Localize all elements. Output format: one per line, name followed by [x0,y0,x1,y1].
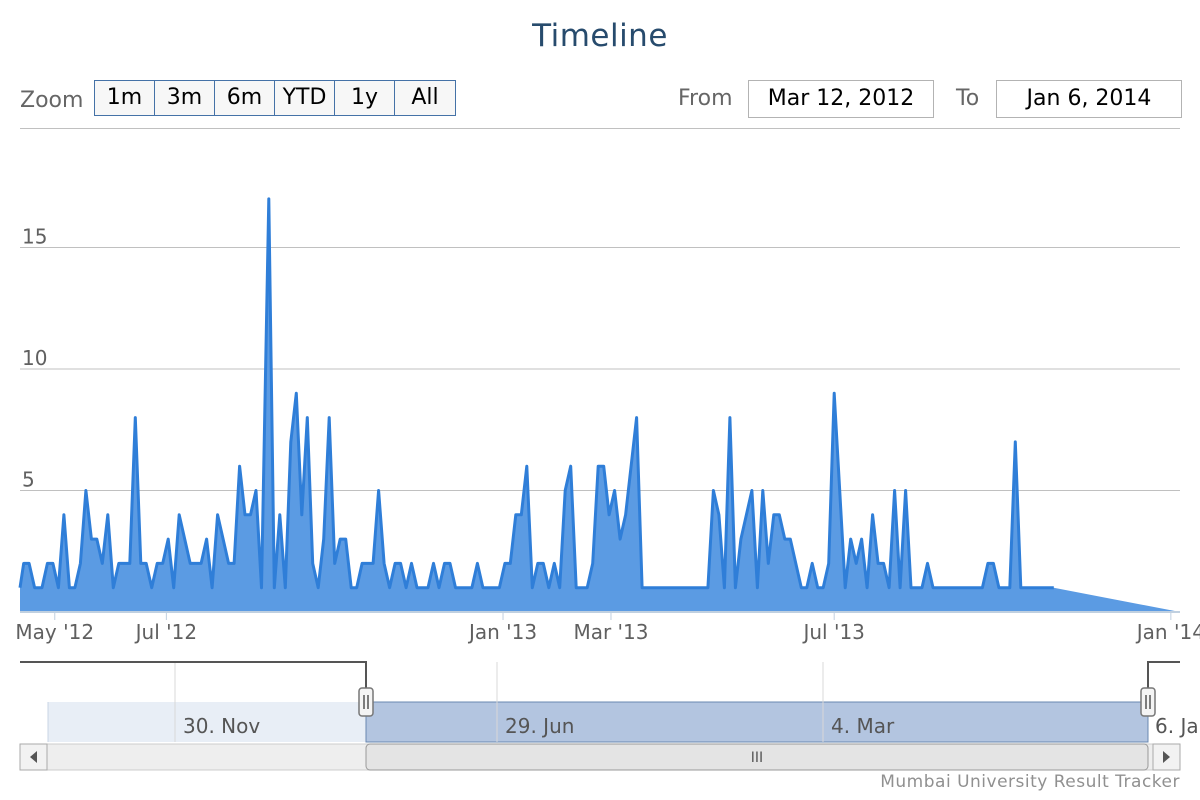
series-line [18,197,1054,590]
navigator-selected-range [365,701,1149,743]
timeline-chart: 051015 May '12Jul '12Jan '13Mar '13Jul '… [15,197,1200,771]
navigator-label: 4. Mar [831,714,895,738]
y-tick-label: 10 [22,346,47,370]
x-tick-label: Jan '13 [467,620,537,644]
navigator-label: 29. Jun [505,714,574,738]
x-tick-label: Mar '13 [573,620,648,644]
navigator: 30. Nov 29. Jun 4. Mar 6. Ja III [19,661,1199,771]
handle-body [358,687,374,717]
x-tick-label: Jan '14 [1135,620,1200,644]
credits-text: Mumbai University Result Tracker [880,772,1180,792]
y-axis-labels: 051015 [22,225,47,614]
navigator-left-handle[interactable] [358,687,374,717]
x-axis: May '12 Jul '12 Jan '13 Mar '13 Jul '13 Jan '… [15,611,1200,644]
y-tick-label: 5 [22,468,35,492]
navigator-outline-left [20,661,367,702]
scrollbar-thumb[interactable]: III [365,743,1149,771]
navigator-label: 30. Nov [183,714,260,738]
y-gridlines [20,247,1180,491]
navigator-right-handle[interactable] [1140,687,1156,717]
x-tick-label: Jul '13 [801,620,864,644]
scrollbar-grip-icon: III [751,750,763,766]
series-area-fill [20,198,1180,612]
x-tick-label: May '12 [15,620,94,644]
series-area [18,197,1180,612]
handle-body [1140,687,1156,717]
navigator-scrollbar: III [19,743,1181,771]
navigator-label: 6. Ja [1155,714,1199,738]
x-tick-label: Jul '12 [134,620,197,644]
y-tick-label: 15 [22,225,47,249]
scrollbar-left-button[interactable] [19,743,48,771]
scrollbar-right-button[interactable] [1152,743,1181,771]
